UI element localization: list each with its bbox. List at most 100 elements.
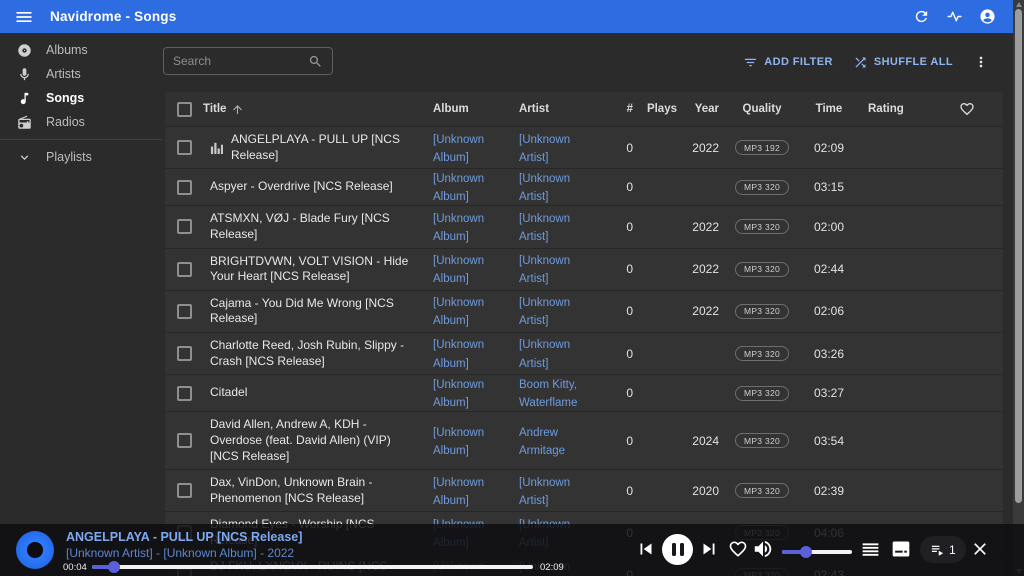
album-link[interactable]: [Unknown Album] (433, 477, 484, 507)
artist-link[interactable]: Andrew Armitage (519, 427, 565, 457)
table-row[interactable]: ATSMXN, VØJ - Blade Fury [NCS Release] [… (165, 206, 1003, 248)
row-checkbox[interactable] (177, 433, 192, 448)
more-options-icon[interactable] (973, 54, 989, 70)
progress-thumb[interactable] (108, 561, 120, 573)
row-checkbox[interactable] (177, 180, 192, 195)
heart-icon (728, 539, 748, 559)
add-filter-button[interactable]: ADD FILTER (743, 55, 833, 70)
album-link[interactable]: [Unknown Album] (433, 339, 484, 369)
artist-link[interactable]: [Unknown Artist] (519, 297, 570, 327)
play-order-button[interactable] (860, 539, 881, 560)
header-track[interactable]: # (605, 103, 633, 115)
album-link[interactable]: [Unknown Album] (433, 213, 484, 243)
volume-thumb[interactable] (800, 546, 812, 558)
artist-link[interactable]: Boom Kitty, Waterflame (519, 379, 577, 409)
player-song-title[interactable]: ANGELPLAYA - PULL UP [NCS Release] (66, 530, 302, 544)
queue-button[interactable]: 1 (920, 536, 966, 563)
song-title-cell: BRIGHTDVWN, VOLT VISION - Hide Your Hear… (203, 249, 433, 290)
header-rating[interactable]: Rating (853, 103, 930, 115)
artist-link[interactable]: [Unknown Artist] (519, 255, 570, 285)
shuffle-all-button[interactable]: SHUFFLE ALL (853, 55, 953, 70)
lyrics-button[interactable] (891, 539, 911, 559)
track-number: 0 (605, 434, 633, 448)
volume-slider[interactable] (782, 550, 852, 554)
sidebar-item-label: Playlists (46, 150, 92, 164)
sidebar-item-albums[interactable]: Albums (0, 38, 162, 62)
search-icon (308, 54, 323, 69)
sidebar-item-playlists[interactable]: Playlists (0, 145, 162, 169)
album-link[interactable]: [Unknown Album] (433, 379, 484, 409)
sidebar-item-radios[interactable]: Radios (0, 110, 162, 134)
album-link[interactable]: [Unknown Album] (433, 255, 484, 285)
table-row[interactable]: Aspyer - Overdrive [NCS Release] [Unknow… (165, 169, 1003, 206)
row-checkbox[interactable] (177, 386, 192, 401)
row-checkbox[interactable] (177, 262, 192, 277)
sidebar-divider (0, 139, 162, 140)
header-favorite[interactable] (930, 101, 1003, 117)
table-row[interactable]: ANGELPLAYA - PULL UP [NCS Release] [Unkn… (165, 127, 1003, 169)
toolbar-actions: ADD FILTER SHUFFLE ALL (743, 54, 989, 70)
quality-badge: MP3 320 (735, 262, 789, 277)
select-all-checkbox[interactable] (177, 102, 192, 117)
activity-icon[interactable] (946, 8, 963, 25)
header-album[interactable]: Album (433, 103, 519, 115)
radio-icon (17, 115, 32, 130)
year-value: 2022 (677, 304, 719, 318)
table-row[interactable]: Citadel [Unknown Album] Boom Kitty, Wate… (165, 375, 1003, 412)
artist-link[interactable]: [Unknown Artist] (519, 477, 570, 507)
song-title: Dax, VinDon, Unknown Brain - Phenomenon … (210, 475, 421, 506)
header-title[interactable]: Title (203, 103, 433, 116)
track-number: 0 (605, 484, 633, 498)
album-link[interactable]: [Unknown Album] (433, 427, 484, 457)
year-value: 2022 (677, 220, 719, 234)
table-row[interactable]: BRIGHTDVWN, VOLT VISION - Hide Your Hear… (165, 249, 1003, 291)
total-time: 02:09 (540, 562, 564, 573)
header-time[interactable]: Time (805, 103, 853, 115)
player-song-subtitle[interactable]: [Unknown Artist] - [Unknown Album] - 202… (66, 546, 294, 560)
search-input[interactable] (173, 54, 308, 68)
song-title: David Allen, Andrew A, KDH - Overdose (f… (210, 417, 421, 464)
row-checkbox[interactable] (177, 140, 192, 155)
next-track-button[interactable] (698, 538, 720, 560)
sidebar-item-label: Albums (46, 43, 88, 57)
artist-link[interactable]: [Unknown Artist] (519, 134, 570, 164)
favorite-button[interactable] (728, 539, 748, 559)
header-artist[interactable]: Artist (519, 103, 605, 115)
shuffle-all-label: SHUFFLE ALL (874, 56, 953, 68)
table-row[interactable]: Dax, VinDon, Unknown Brain - Phenomenon … (165, 470, 1003, 512)
artist-link[interactable]: [Unknown Artist] (519, 213, 570, 243)
row-checkbox[interactable] (177, 219, 192, 234)
header-year[interactable]: Year (677, 103, 719, 115)
volume-button[interactable] (752, 538, 774, 560)
album-link[interactable]: [Unknown Album] (433, 173, 484, 203)
artist-link[interactable]: [Unknown Artist] (519, 173, 570, 203)
sidebar-item-songs[interactable]: Songs (0, 86, 162, 110)
account-icon[interactable] (979, 8, 996, 25)
chevron-down-icon (17, 150, 32, 165)
previous-track-button[interactable] (635, 538, 657, 560)
album-link[interactable]: [Unknown Album] (433, 297, 484, 327)
sidebar-item-label: Radios (46, 115, 85, 129)
year-value: 2022 (677, 262, 719, 276)
close-player-button[interactable] (970, 539, 990, 559)
table-row[interactable]: Charlotte Reed, Josh Rubin, Slippy - Cra… (165, 333, 1003, 375)
scroll-up-arrow[interactable] (1016, 2, 1022, 7)
header-plays[interactable]: Plays (633, 103, 677, 115)
header-quality[interactable]: Quality (719, 103, 805, 115)
table-row[interactable]: David Allen, Andrew A, KDH - Overdose (f… (165, 412, 1003, 470)
refresh-icon[interactable] (913, 8, 930, 25)
album-link[interactable]: [Unknown Album] (433, 134, 484, 164)
sidebar-item-artists[interactable]: Artists (0, 62, 162, 86)
progress-bar[interactable] (92, 565, 533, 569)
row-checkbox[interactable] (177, 346, 192, 361)
volume-icon (752, 538, 774, 560)
table-row[interactable]: Cajama - You Did Me Wrong [NCS Release] … (165, 291, 1003, 333)
pause-button[interactable] (662, 534, 693, 565)
album-art[interactable] (16, 531, 54, 569)
row-checkbox[interactable] (177, 483, 192, 498)
search-box[interactable] (163, 47, 333, 75)
artist-link[interactable]: [Unknown Artist] (519, 339, 570, 369)
row-checkbox[interactable] (177, 304, 192, 319)
scrollbar-thumb[interactable] (1015, 9, 1022, 503)
menu-icon[interactable] (14, 7, 34, 27)
